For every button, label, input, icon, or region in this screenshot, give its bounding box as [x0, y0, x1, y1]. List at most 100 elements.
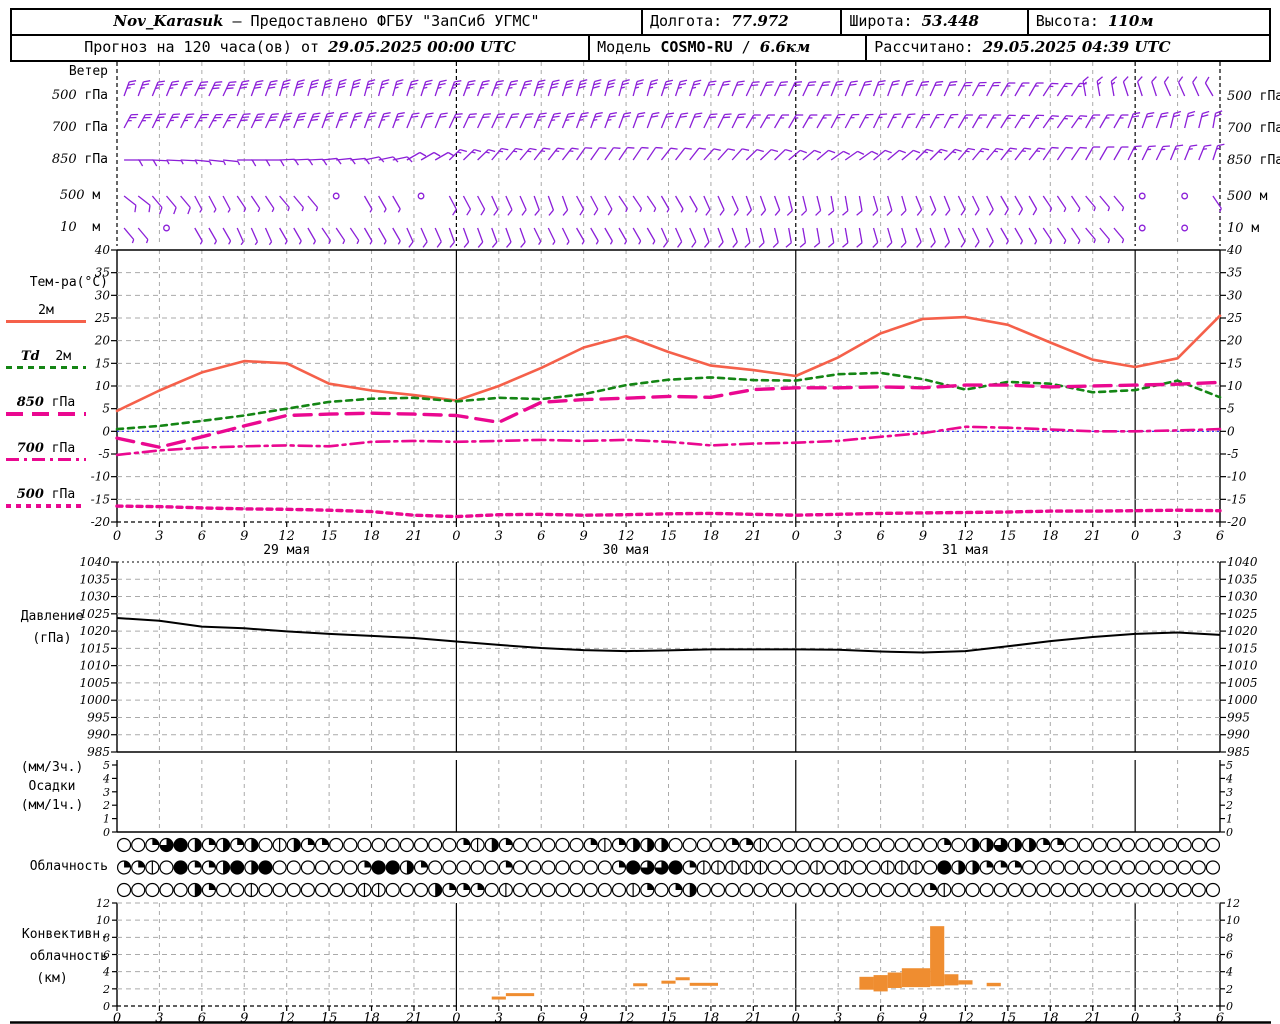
svg-text:12: 12	[618, 529, 635, 544]
svg-text:-20: -20	[91, 515, 111, 529]
svg-text:500 м: 500 м	[1227, 189, 1268, 204]
svg-text:20: 20	[1226, 334, 1243, 348]
svg-text:2: 2	[1225, 799, 1233, 812]
svg-text:1025: 1025	[79, 607, 110, 621]
svg-text:1040: 1040	[1227, 555, 1258, 569]
svg-text:9: 9	[580, 529, 588, 544]
wind-row-700гПа	[123, 110, 1223, 129]
wind-row-850гПа	[124, 143, 1225, 167]
svg-text:21: 21	[1083, 529, 1101, 544]
svg-text:6: 6	[103, 949, 110, 962]
svg-text:985: 985	[87, 745, 110, 759]
svg-text:2: 2	[102, 983, 110, 996]
wind-row-500м	[123, 192, 1222, 216]
svg-text:-20: -20	[1227, 515, 1247, 529]
svg-text:0: 0	[1227, 424, 1235, 438]
meteogram-page: Nov_Karasuk – Предоставлено ФГБУ "ЗапСиб…	[0, 0, 1280, 1024]
svg-text:1010: 1010	[1227, 659, 1258, 673]
svg-text:9: 9	[919, 529, 927, 544]
convective-bar	[901, 968, 931, 988]
svg-text:30 мая: 30 мая	[603, 543, 650, 558]
svg-text:18: 18	[363, 529, 380, 544]
svg-text:8: 8	[103, 931, 110, 944]
cloud-row-1	[116, 837, 1221, 853]
svg-text:850 гПа: 850 гПа	[1227, 153, 1280, 168]
pressure-panel: 1040 1040 1035 1035 1030 1030 1025 1025 1020 1020…	[79, 555, 1257, 759]
svg-text:-10: -10	[91, 470, 111, 484]
svg-text:10 м: 10 м	[1227, 221, 1259, 236]
svg-text:1030: 1030	[79, 590, 110, 604]
precipitation-panel: 5 54 43 32 21 10 0	[102, 759, 1233, 839]
convective-bar	[859, 976, 874, 990]
svg-text:15: 15	[95, 356, 110, 370]
svg-text:15: 15	[660, 529, 677, 544]
svg-text:25: 25	[1226, 311, 1242, 325]
wind-row-10м	[123, 224, 1189, 248]
svg-text:10: 10	[96, 914, 110, 927]
svg-text:12: 12	[96, 897, 110, 910]
svg-text:9: 9	[240, 529, 248, 544]
cloud-row-3	[116, 882, 1221, 898]
svg-text:1015: 1015	[79, 641, 110, 655]
convective-bar	[958, 980, 973, 985]
wind-level-labels-right: 500 гПа 700 гПа 850 гПа 500 м 10 м	[1227, 89, 1280, 236]
svg-text:-5: -5	[98, 447, 110, 461]
svg-text:6: 6	[876, 529, 884, 544]
svg-text:1035: 1035	[79, 572, 110, 586]
cloud-row-2	[116, 860, 1221, 875]
svg-text:6: 6	[1226, 949, 1233, 962]
convective-bar	[505, 993, 535, 997]
svg-text:995: 995	[1227, 710, 1250, 724]
convective-bar	[675, 977, 690, 981]
svg-text:1035: 1035	[1227, 572, 1258, 586]
svg-text:4: 4	[102, 772, 110, 785]
convective-bar	[887, 972, 902, 988]
svg-text:0: 0	[103, 1000, 110, 1013]
svg-text:29 мая: 29 мая	[263, 543, 310, 558]
svg-text:0: 0	[452, 529, 460, 544]
svg-text:15: 15	[1000, 529, 1017, 544]
svg-text:500 гПа: 500 гПа	[1227, 89, 1280, 104]
svg-text:12: 12	[278, 529, 295, 544]
svg-text:990: 990	[1227, 728, 1250, 742]
wind-barbs	[123, 76, 1225, 248]
convective-bar	[944, 974, 959, 986]
svg-text:1020: 1020	[79, 624, 110, 638]
svg-text:3: 3	[495, 529, 503, 544]
svg-text:21: 21	[405, 529, 423, 544]
convective-bar	[930, 926, 945, 987]
svg-text:30: 30	[1227, 288, 1243, 302]
svg-text:-15: -15	[91, 492, 110, 506]
svg-text:1020: 1020	[1227, 624, 1258, 638]
svg-text:5: 5	[1227, 402, 1235, 416]
svg-text:10: 10	[1226, 914, 1240, 927]
svg-text:3: 3	[1173, 529, 1181, 544]
svg-text:40: 40	[1226, 243, 1243, 257]
convective-bar	[661, 980, 676, 984]
svg-text:4: 4	[1225, 966, 1233, 979]
svg-text:18: 18	[703, 529, 720, 544]
svg-text:40: 40	[94, 243, 111, 257]
svg-text:1040: 1040	[79, 555, 110, 569]
svg-text:35: 35	[95, 266, 110, 280]
svg-text:1005: 1005	[79, 676, 110, 690]
svg-text:15: 15	[1227, 356, 1242, 370]
svg-text:5: 5	[1226, 759, 1233, 772]
svg-text:985: 985	[1227, 745, 1250, 759]
svg-text:1015: 1015	[1227, 641, 1258, 655]
svg-text:31 мая: 31 мая	[942, 543, 989, 558]
svg-text:1030: 1030	[1227, 590, 1258, 604]
svg-text:30: 30	[95, 288, 111, 302]
svg-text:12: 12	[1226, 897, 1240, 910]
cloud-cover-rows	[116, 837, 1221, 898]
svg-text:0: 0	[1226, 1000, 1233, 1013]
svg-text:35: 35	[1227, 266, 1242, 280]
svg-text:1000: 1000	[79, 693, 110, 707]
svg-text:4: 4	[1225, 772, 1233, 785]
meteogram-chart-canvas: 40 4035 3530 3025 2520 2015 1510 105 50 0-5 -5-10-…	[10, 62, 1280, 1024]
svg-text:0: 0	[103, 826, 110, 839]
svg-text:6: 6	[198, 529, 206, 544]
svg-text:0: 0	[113, 529, 121, 544]
svg-text:0: 0	[1131, 529, 1139, 544]
svg-text:3: 3	[155, 529, 163, 544]
